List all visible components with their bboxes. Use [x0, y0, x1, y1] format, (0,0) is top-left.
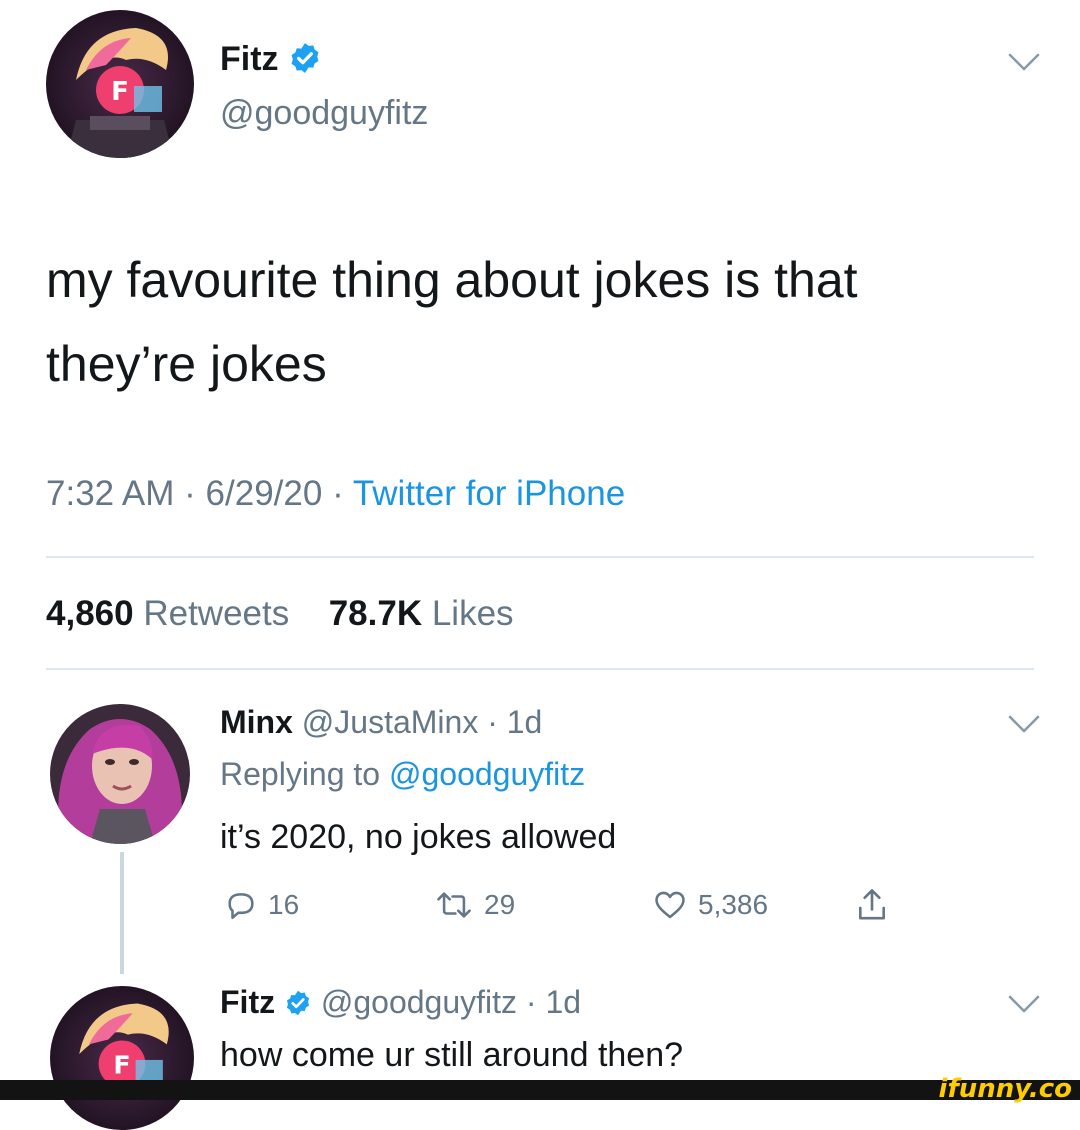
divider	[46, 556, 1034, 558]
fitz-avatar[interactable]: F	[50, 986, 194, 1130]
retweets-label: Retweets	[143, 594, 290, 633]
likes-count: 78.7K	[328, 594, 423, 633]
tweet-source[interactable]: Twitter for iPhone	[353, 474, 625, 513]
chevron-down-icon[interactable]	[1004, 712, 1044, 736]
thread-line	[120, 852, 124, 974]
svg-text:F: F	[113, 1051, 130, 1080]
reply1-author-name[interactable]: Minx	[220, 704, 293, 740]
reply2-author-handle[interactable]: @goodguyfitz	[321, 984, 517, 1020]
retweet-icon	[437, 892, 471, 918]
replying-to-label: Replying to	[220, 756, 381, 792]
reply1-age[interactable]: 1d	[507, 704, 543, 740]
chevron-down-icon[interactable]	[1004, 992, 1044, 1016]
reply2-author-name[interactable]: Fitz	[220, 984, 275, 1020]
tweet-author-name[interactable]: Fitz	[220, 40, 322, 79]
reply1-text: it’s 2020, no jokes allowed	[220, 818, 617, 856]
meta-separator: ·	[487, 704, 507, 740]
share-action[interactable]	[854, 886, 890, 924]
watermark-bar: ifunny.co	[0, 1074, 1080, 1104]
divider	[46, 668, 1034, 670]
reply-count: 16	[268, 889, 300, 920]
meta-separator: ·	[525, 984, 546, 1020]
likes-label: Likes	[431, 594, 514, 633]
verified-badge-icon	[291, 43, 319, 73]
retweet-action[interactable]: 29	[434, 888, 515, 922]
share-icon	[858, 889, 886, 920]
tweet-text-line1: my favourite thing about jokes is that	[46, 252, 858, 308]
replying-to-handle[interactable]: @goodguyfitz	[389, 756, 585, 792]
likes-stat[interactable]: 78.7K Likes	[329, 594, 514, 633]
like-count: 5,386	[698, 889, 769, 920]
tweet-time[interactable]: 7:32 AM	[46, 474, 174, 513]
minx-avatar[interactable]	[50, 704, 190, 844]
retweet-count: 29	[484, 889, 516, 920]
reply1-header: Minx @JustaMinx · 1d	[220, 704, 542, 741]
like-action[interactable]: 5,386	[652, 888, 768, 922]
meta-separator: ·	[184, 474, 206, 513]
reply2-header: Fitz @goodguyfitz · 1d	[220, 984, 581, 1021]
reply2-text: how come ur still around then?	[220, 1036, 684, 1074]
reply1-replying-to: Replying to @goodguyfitz	[220, 756, 585, 793]
reply2-age[interactable]: 1d	[545, 984, 581, 1020]
tweet-meta: 7:32 AM · 6/29/20 · Twitter for iPhone	[46, 474, 625, 514]
author-name-text[interactable]: Fitz	[220, 40, 279, 78]
reply1-author-handle[interactable]: @JustaMinx	[302, 704, 479, 740]
chevron-down-icon[interactable]	[1004, 50, 1044, 74]
svg-text:F: F	[111, 77, 129, 107]
fitz-avatar[interactable]: F	[46, 10, 194, 158]
tweet-stats: 4,860 Retweets 78.7K Likes	[46, 594, 514, 634]
retweets-count: 4,860	[46, 594, 134, 633]
reply-action[interactable]: 16	[224, 888, 299, 922]
tweet-author-handle[interactable]: @goodguyfitz	[220, 94, 428, 133]
tweet-text-line2: they’re jokes	[46, 336, 327, 392]
retweets-stat[interactable]: 4,860 Retweets	[46, 594, 299, 633]
meta-separator: ·	[332, 474, 353, 513]
verified-badge-icon	[286, 990, 310, 1016]
tweet-date[interactable]: 6/29/20	[206, 474, 323, 513]
tweet-text: my favourite thing about jokes is that t…	[46, 238, 858, 406]
reply-icon	[228, 893, 254, 920]
like-icon	[655, 891, 685, 919]
